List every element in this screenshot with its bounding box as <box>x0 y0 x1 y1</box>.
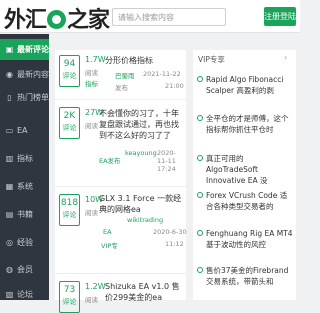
sidebar-nav: ▣ 最新评论 ◉ 最新内容 ▯ 热门榜单 ▭ EA ▥ 指标 ▦ 系统 ▤ 书籍 ◎ 经验 ◍ 会… <box>0 34 49 300</box>
hot-icon: ▯ <box>7 93 12 102</box>
comment-count-box: 94 评论 <box>59 55 80 87</box>
post-time-2: 21:00 <box>165 82 184 90</box>
comment-count-label: 评论 <box>62 72 77 80</box>
logo-text-left: 外汇 <box>4 8 47 33</box>
experience-icon: ◎ <box>6 238 13 247</box>
post-tag[interactable]: EA发布 <box>99 155 121 165</box>
read-count: 1.7W <box>85 55 106 64</box>
bullet-icon <box>197 115 203 121</box>
comment-list: 94 评论 1.7W 阅读 分形价格指标 指标 巴蜀雨 2021-11-22 发… <box>55 50 187 313</box>
comment-count-box: 2K 评论 <box>59 107 80 139</box>
post-user[interactable]: 巴蜀雨 <box>115 70 135 80</box>
list-item[interactable]: 73 评论 1.2W 阅读 Shizuka EA v1.0 售价299美金的ea <box>55 275 186 313</box>
sidebar-item-label: 书籍 <box>17 210 33 219</box>
post-title[interactable]: 不会懂你的习了，十年复盘跟试通过，再也找到不这么好的习了了 <box>99 108 184 141</box>
content-icon: ◉ <box>6 70 13 79</box>
top-header: 外汇 之家 请输入搜索内容 注册登陆 <box>0 0 300 33</box>
post-tag[interactable]: 指标 <box>85 78 98 88</box>
sidebar-item-ea[interactable]: ▭ EA <box>0 120 49 141</box>
post-action: 发布 <box>115 84 128 92</box>
comment-count: 73 <box>63 285 76 295</box>
more-arrow-icon[interactable]: › <box>284 53 287 62</box>
post-title[interactable]: 分形价格指标 <box>105 55 153 66</box>
sidebar-item-label: 经验 <box>17 238 33 247</box>
forum-icon: ▧ <box>5 290 14 299</box>
sidebar-item-label: 最新评论 <box>17 45 49 54</box>
vip-item-title[interactable]: Forex VCrush Code 适合各种类型交易者的 <box>206 190 294 212</box>
vip-panel: VIP专享 › Rapid Algo Fibonacci Scalper 高盈利… <box>193 50 296 300</box>
sidebar-item-label: 热门榜单 <box>17 93 49 102</box>
post-category[interactable]: VIP专 <box>101 240 118 250</box>
comment-count-box: 818 评论 <box>59 194 80 226</box>
list-item[interactable]: 818 评论 10W 阅读 GLX 3.1 Force 一款经典的网格ea EA… <box>55 188 187 274</box>
sidebar-item-label: 论坛 <box>17 290 33 299</box>
search-input[interactable]: 请输入搜索内容 <box>112 8 226 26</box>
bullet-icon <box>197 76 203 82</box>
read-label: 阅读 <box>85 209 98 217</box>
member-icon: ◍ <box>6 265 13 274</box>
sidebar-item-label: 最新内容 <box>17 70 49 79</box>
system-icon: ▦ <box>5 182 14 191</box>
read-label: 阅读 <box>85 122 98 130</box>
sidebar-item-members[interactable]: ◍ 会员 <box>0 259 49 280</box>
sidebar-item-latest-comments[interactable]: ▣ 最新评论 <box>0 39 49 60</box>
sidebar-item-experience[interactable]: ◎ 经验 <box>0 232 49 253</box>
logo-text-right: 之家 <box>67 8 110 33</box>
comment-count-label: 评论 <box>62 211 77 219</box>
comment-icon: ▣ <box>5 45 14 54</box>
comment-count-label: 评论 <box>62 298 77 306</box>
vip-item-title[interactable]: 全平仓的才是师傅，这个指标帮你抓住平仓时 <box>206 113 294 135</box>
post-user[interactable]: keayoung <box>125 149 157 157</box>
sidebar-item-forum[interactable]: ▧ 论坛 <box>0 284 49 305</box>
sidebar-item-books[interactable]: ▤ 书籍 <box>0 204 49 225</box>
post-time: 2021-11-22 <box>143 70 181 78</box>
bullet-icon <box>197 267 203 273</box>
post-time: 2020-11-11 17:24 <box>157 149 176 173</box>
sidebar-item-systems[interactable]: ▦ 系统 <box>0 176 49 197</box>
comment-count: 2K <box>63 111 76 121</box>
comment-count: 818 <box>60 198 79 208</box>
read-label: 阅读 <box>85 296 98 304</box>
logo-circle-icon <box>47 10 67 29</box>
vip-item-title[interactable]: Rapid Algo Fibonacci Scalper 高盈利的剥 <box>206 74 294 96</box>
vip-heading: VIP专享 <box>198 55 225 64</box>
comment-count-box: 73 评论 <box>59 281 80 313</box>
post-tag[interactable]: EA <box>103 228 112 236</box>
vip-item-title[interactable]: 真正可用的AlgoTradeSoft Innovative EA 没 <box>206 153 294 186</box>
book-icon: ▤ <box>5 210 14 219</box>
vip-item-title[interactable]: Fenghuang Rig EA MT4 基于波动性的风控 <box>206 228 294 250</box>
post-time-2: 11:12 <box>165 240 184 248</box>
sidebar-item-label: 系统 <box>17 182 33 191</box>
ea-icon: ▭ <box>5 126 14 135</box>
bullet-icon <box>197 192 203 198</box>
sidebar-item-label: EA <box>17 126 28 135</box>
bullet-icon <box>197 155 203 161</box>
sidebar-item-hot-list[interactable]: ▯ 热门榜单 <box>0 87 49 108</box>
post-title[interactable]: GLX 3.1 Force 一款经典的网格ea <box>99 193 184 215</box>
site-logo[interactable]: 外汇 之家 <box>4 2 110 34</box>
read-count: 1.2W <box>85 282 106 291</box>
sidebar-item-latest-content[interactable]: ◉ 最新内容 <box>0 64 49 85</box>
read-label: 阅读 <box>85 69 98 77</box>
post-time: 2020-6-30 <box>153 228 187 236</box>
indicator-icon: ▥ <box>5 154 14 163</box>
comment-count: 94 <box>63 59 76 69</box>
sidebar-item-indicators[interactable]: ▥ 指标 <box>0 148 49 169</box>
post-user[interactable]: wikitrading <box>127 216 163 224</box>
register-login-button[interactable]: 注册登陆 <box>264 7 296 26</box>
list-item[interactable]: 2K 评论 27W 阅读 不会懂你的习了，十年复盘跟试通过，再也找到不这么好的习… <box>55 101 186 187</box>
sidebar-item-label: 会员 <box>17 265 33 274</box>
comment-count-label: 评论 <box>62 124 77 132</box>
sidebar-item-label: 指标 <box>17 154 33 163</box>
vip-item-title[interactable]: 售价37美金的Firebrand交易系统，带箭头和 <box>206 265 294 287</box>
list-item[interactable]: 94 评论 1.7W 阅读 分形价格指标 指标 巴蜀雨 2021-11-22 发… <box>55 50 186 100</box>
bullet-icon <box>197 230 203 236</box>
